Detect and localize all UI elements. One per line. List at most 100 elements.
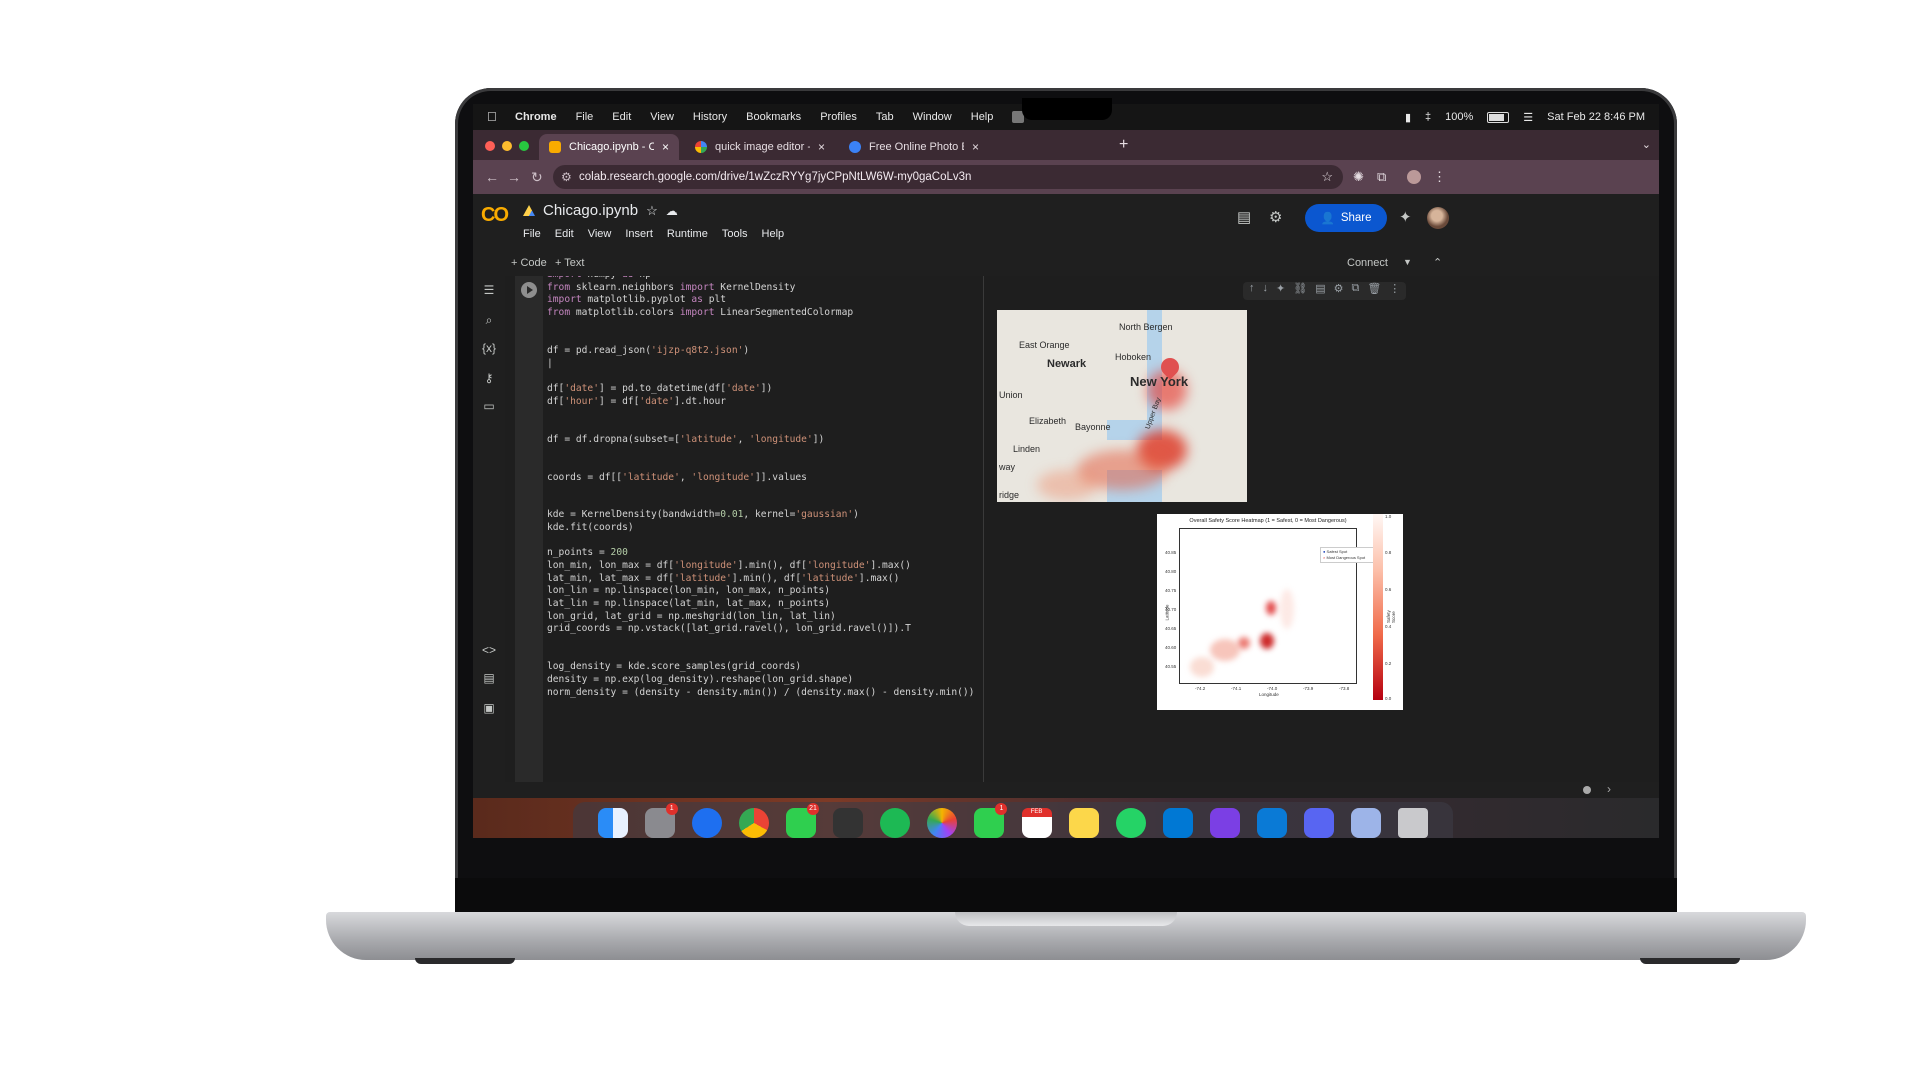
zoom-window-button[interactable] [519,141,529,151]
share-button[interactable]: 👤 Share [1305,204,1387,232]
comment-icon[interactable]: ▤ [1237,208,1251,226]
photos-icon[interactable] [927,808,958,838]
comment-cell-icon[interactable]: ▤ [1315,282,1325,300]
terminal-app-icon[interactable] [833,808,864,838]
menubar-window[interactable]: Window [913,111,952,123]
cloud-icon[interactable]: ☁ [666,204,678,218]
menu-tools[interactable]: Tools [722,228,748,240]
podcasts-icon[interactable] [1209,808,1240,838]
tab-search-chevron-icon[interactable]: ⌄ [1642,138,1651,151]
menubar-help[interactable]: Help [971,111,994,123]
menu-help[interactable]: Help [762,228,785,240]
bluetooth-icon[interactable]: ‡ [1425,111,1431,123]
delete-cell-icon[interactable]: 🗑 [1367,282,1381,300]
link-icon[interactable]: ⛓ [1293,282,1307,300]
secrets-key-icon[interactable]: ⚷ [481,370,497,386]
move-up-icon[interactable]: ↑ [1249,282,1255,300]
run-cell-button[interactable] [521,282,537,298]
safari-icon[interactable] [691,808,722,838]
vscode-icon[interactable] [1257,808,1288,838]
horizontal-scrollbar[interactable]: › [473,782,1659,798]
scroll-indicator[interactable] [1583,786,1591,794]
move-down-icon[interactable]: ↓ [1263,282,1269,300]
calendar-icon[interactable]: FEB [1021,808,1052,838]
apple-icon[interactable]:  [487,110,501,124]
menubar-bookmarks[interactable]: Bookmarks [746,111,801,123]
settings-gear-icon[interactable]: ⚙ [1269,208,1282,226]
add-text-button[interactable]: + Text [555,257,584,269]
notebook-title[interactable]: Chicago.ipynb [543,202,638,219]
close-window-button[interactable] [485,141,495,151]
variables-icon[interactable]: {x} [481,340,497,356]
preview-icon[interactable] [1351,808,1382,838]
collapse-icon[interactable]: ⌃ [1433,256,1442,269]
menubar-edit[interactable]: Edit [612,111,631,123]
connect-button[interactable]: Connect [1347,257,1388,269]
menubar-history[interactable]: History [693,111,727,123]
menubar-file[interactable]: File [576,111,594,123]
close-tab-icon[interactable]: × [662,140,669,154]
menu-view[interactable]: View [588,228,612,240]
star-icon[interactable]: ☆ [646,203,658,219]
site-info-icon[interactable]: ⚙ [561,170,572,184]
trash-icon[interactable] [1398,808,1429,838]
messages-icon[interactable]: 21 [785,803,819,838]
chrome-menu-icon[interactable]: ⋮ [1433,169,1446,185]
files-folder-icon[interactable]: ▭ [481,398,497,414]
menubar-datetime[interactable]: Sat Feb 22 8:46 PM [1547,111,1645,123]
tab-photo-editor[interactable]: Free Online Photo Editor: Free × [839,134,989,160]
music-icon[interactable]: ▮ [1405,111,1411,124]
system-settings-icon[interactable]: 1 [644,803,678,838]
menubar-profiles[interactable]: Profiles [820,111,857,123]
outlook-icon[interactable] [1162,808,1193,838]
more-options-icon[interactable]: ⋮ [1389,282,1400,300]
bookmark-star-icon[interactable]: ☆ [1321,169,1333,185]
reload-icon[interactable]: ↻ [531,169,543,186]
mirror-cell-icon[interactable]: ⧉ [1351,282,1359,300]
menubar-tab[interactable]: Tab [876,111,894,123]
discord-icon[interactable] [1304,808,1335,838]
scroll-right-icon[interactable]: › [1607,782,1611,796]
finder-icon[interactable] [597,808,628,838]
chrome-icon[interactable] [738,808,769,838]
menu-edit[interactable]: Edit [555,228,574,240]
menubar-view[interactable]: View [650,111,674,123]
account-avatar[interactable] [1427,207,1449,229]
menu-insert[interactable]: Insert [625,228,653,240]
spotify-icon[interactable] [880,808,911,838]
facetime-icon[interactable]: 1 [974,803,1008,838]
menu-file[interactable]: File [523,228,541,240]
extensions-puzzle-icon[interactable]: ⧉ [1377,169,1386,185]
new-tab-button[interactable]: + [1119,136,1128,154]
battery-icon[interactable] [1487,111,1510,123]
gemini-icon[interactable]: ✦ [1276,282,1285,300]
tab-google[interactable]: quick image editor - Google S × [685,134,835,160]
code-editor[interactable]: import numpy as np from sklearn.neighbor… [547,276,984,782]
cell-settings-icon[interactable]: ⚙ [1334,282,1344,300]
code-snippets-icon[interactable]: <> [481,642,497,658]
terminal-icon[interactable]: ▣ [481,700,497,716]
chevron-down-icon[interactable]: ▼ [1403,257,1412,267]
close-tab-icon[interactable]: × [818,140,825,154]
gemini-sparkle-icon[interactable]: ✦ [1399,208,1412,226]
minimize-window-button[interactable] [502,141,512,151]
menubar-app[interactable]: Chrome [515,111,557,123]
tab-title: Free Online Photo Editor: Free [869,141,964,153]
address-bar[interactable]: ⚙ colab.research.google.com/drive/1wZczR… [553,165,1343,189]
menu-runtime[interactable]: Runtime [667,228,708,240]
command-palette-icon[interactable]: ▤ [481,670,497,686]
back-icon[interactable]: ← [485,169,499,185]
legend-label: Most Dangerous Spot [1326,555,1366,560]
profile-avatar[interactable] [1407,170,1421,184]
find-icon[interactable]: ⌕ [481,312,497,328]
colab-logo[interactable]: CO [481,204,509,227]
forward-icon[interactable]: → [507,169,521,185]
close-tab-icon[interactable]: × [972,140,979,154]
tab-colab[interactable]: Chicago.ipynb - Colab × [539,134,679,160]
whatsapp-icon[interactable] [1115,808,1146,838]
toc-icon[interactable]: ☰ [481,282,497,298]
notes-icon[interactable] [1068,808,1099,838]
control-center-icon[interactable]: ☰ [1523,111,1533,124]
extension-icon[interactable]: ✺ [1353,169,1364,185]
add-code-button[interactable]: + Code [511,257,547,269]
